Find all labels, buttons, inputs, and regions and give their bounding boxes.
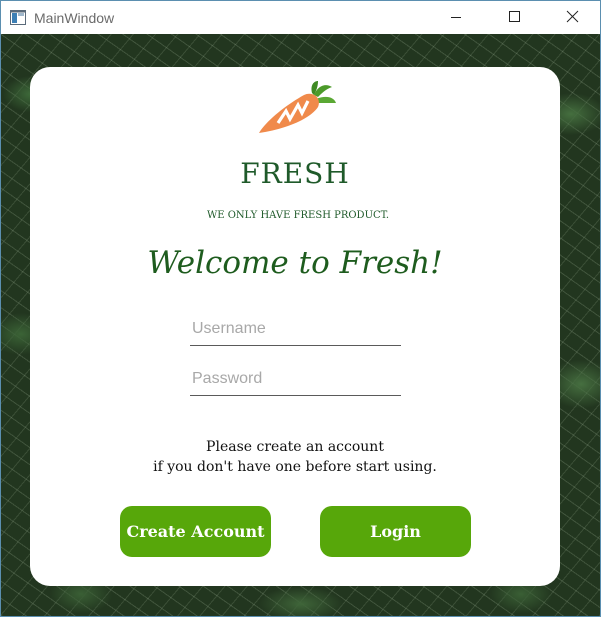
maximize-button[interactable] bbox=[485, 1, 543, 34]
password-input[interactable] bbox=[190, 362, 401, 396]
account-info-text: Please create an account if you don't ha… bbox=[30, 437, 560, 477]
minimize-button[interactable] bbox=[427, 1, 485, 34]
info-line-2: if you don't have one before start using… bbox=[153, 459, 437, 475]
minimize-icon bbox=[451, 17, 461, 18]
login-button[interactable]: Login bbox=[320, 506, 471, 557]
login-card: FRESH WE ONLY HAVE FRESH PRODUCT. Welcom… bbox=[30, 67, 560, 586]
welcome-heading: Welcome to Fresh! bbox=[147, 245, 443, 281]
create-account-button[interactable]: Create Account bbox=[120, 506, 271, 557]
close-icon bbox=[566, 10, 579, 23]
brand-name: FRESH bbox=[240, 157, 350, 190]
app-window-icon bbox=[10, 10, 26, 25]
maximize-icon bbox=[509, 11, 520, 22]
username-input[interactable] bbox=[190, 312, 401, 346]
tagline: WE ONLY HAVE FRESH PRODUCT. bbox=[206, 210, 390, 221]
title-bar[interactable]: MainWindow bbox=[1, 1, 600, 34]
close-button[interactable] bbox=[543, 1, 600, 34]
window-title: MainWindow bbox=[34, 10, 115, 26]
main-window: MainWindow FRESH WE ONLY HAVE FRESH PROD… bbox=[0, 0, 601, 617]
info-line-1: Please create an account bbox=[206, 439, 384, 455]
carrot-icon bbox=[259, 81, 336, 133]
